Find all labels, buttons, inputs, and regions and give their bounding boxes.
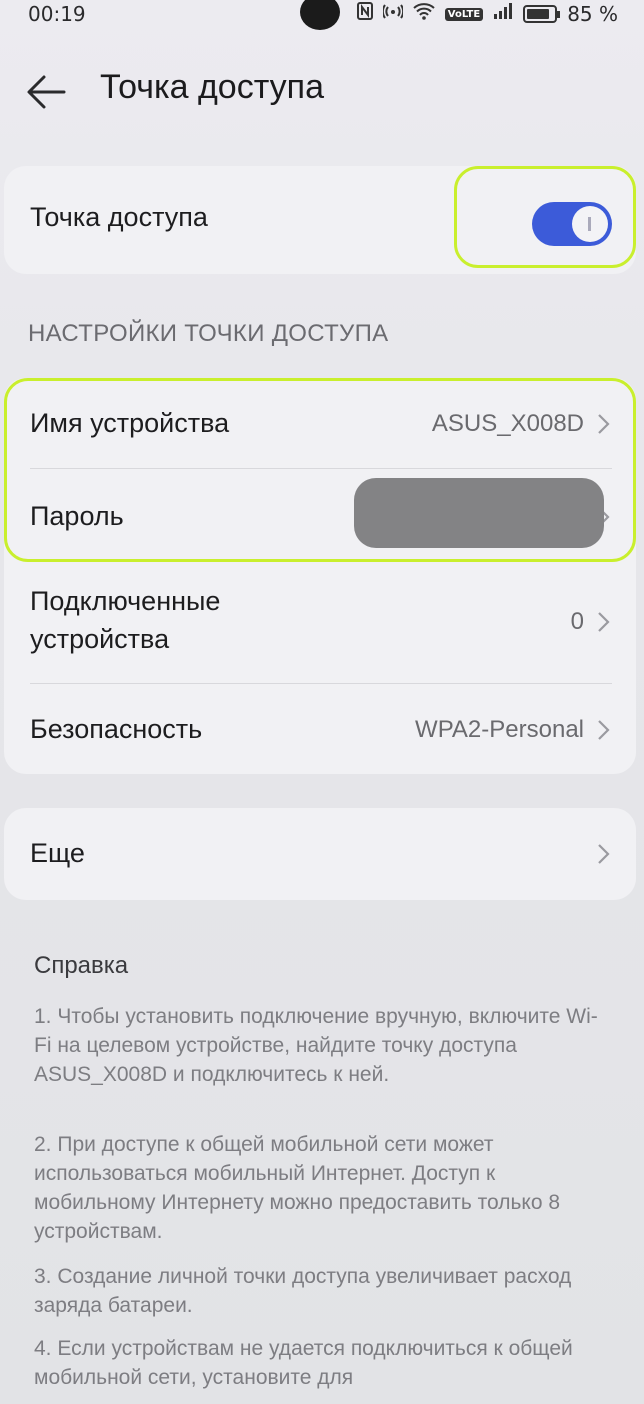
- back-arrow-icon[interactable]: [24, 72, 72, 112]
- help-item-4: 4. Если устройствам не удается подключит…: [34, 1337, 573, 1389]
- header: Точка доступа: [0, 64, 644, 124]
- section-header: НАСТРОЙКИ ТОЧКИ ДОСТУПА: [28, 320, 389, 347]
- highlight-name-password: [4, 378, 636, 562]
- help-title: Справка: [34, 952, 129, 979]
- connected-devices-label-line2: устройства: [30, 624, 170, 654]
- connected-devices-value: 0: [570, 608, 584, 635]
- chevron-right-icon: [596, 842, 612, 866]
- page-title: Точка доступа: [100, 68, 324, 106]
- chevron-right-icon: [596, 718, 612, 742]
- highlight-toggle: [454, 166, 636, 268]
- security-value: WPA2-Personal: [415, 716, 584, 743]
- help-item-3: 3. Создание личной точки доступа увеличи…: [34, 1265, 572, 1317]
- security-row[interactable]: Безопасность WPA2-Personal: [4, 684, 636, 774]
- signal-icon: [493, 2, 513, 26]
- more-row[interactable]: Еще: [4, 808, 636, 900]
- battery-fill: [527, 9, 550, 19]
- more-card: Еще: [4, 808, 636, 900]
- camera-cutout: [300, 0, 340, 30]
- status-time: 00:19: [28, 2, 86, 26]
- more-label: Еще: [30, 838, 85, 868]
- battery-icon: [523, 5, 561, 23]
- chevron-right-icon: [596, 610, 612, 634]
- status-bar: 00:19 VoLTE 85 %: [0, 0, 644, 30]
- nfc-icon: [356, 2, 373, 26]
- volte-icon: VoLTE: [444, 7, 484, 21]
- connected-devices-row[interactable]: Подключенные устройства 0: [4, 562, 636, 682]
- help-item-1: 1. Чтобы установить подключение вручную,…: [34, 1005, 598, 1086]
- status-icons: VoLTE 85 %: [356, 2, 618, 26]
- hotspot-toggle-label: Точка доступа: [30, 202, 208, 232]
- battery-percent: 85 %: [567, 2, 618, 26]
- hotspot-icon: [381, 2, 404, 26]
- wifi-icon: [413, 2, 435, 26]
- help-item-2: 2. При доступе к общей мобильной сети мо…: [34, 1133, 561, 1243]
- security-label: Безопасность: [30, 714, 203, 744]
- connected-devices-label-line1: Подключенные: [30, 586, 221, 616]
